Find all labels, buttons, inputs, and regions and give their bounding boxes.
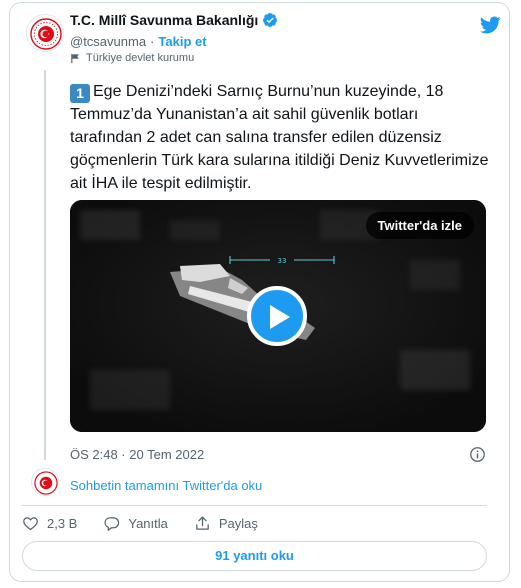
tweet-actions: 2,3 B Yanıtla Paylaş — [22, 515, 284, 532]
verified-badge-icon — [263, 13, 278, 27]
heart-icon — [23, 517, 38, 531]
video-player[interactable]: 33 Twitter'da izle — [70, 200, 486, 432]
author-handle[interactable]: @tcsavunma — [70, 34, 146, 49]
twitter-bird-icon[interactable] — [479, 14, 501, 36]
thread-avatar[interactable] — [31, 468, 59, 496]
like-count: 2,3 B — [47, 516, 78, 531]
author-avatar[interactable] — [26, 14, 64, 52]
account-label: Türkiye devlet kurumu — [86, 52, 195, 64]
handle-row: @tcsavunma · Takip et — [70, 34, 207, 49]
read-thread-link[interactable]: Sohbetin tamamını Twitter'da oku — [70, 478, 262, 493]
reply-label: Yanıtla — [128, 516, 168, 531]
play-icon — [270, 305, 290, 329]
divider — [22, 505, 487, 506]
info-icon[interactable] — [469, 446, 486, 463]
tweet-timestamp[interactable]: ÖS 2:48 · 20 Tem 2022 — [70, 447, 204, 462]
watch-on-twitter-button[interactable]: Twitter'da izle — [365, 212, 474, 239]
share-icon — [196, 516, 209, 530]
flag-icon — [71, 53, 79, 63]
tweet-text: 1 Ege Denizi’ndeki Sarnıç Burnu’nun kuzey… — [70, 80, 490, 195]
author-name-row: T.C. Millî Savunma Bakanlığı — [70, 12, 278, 28]
keycap-one-emoji: 1 — [70, 84, 90, 103]
share-label: Paylaş — [218, 516, 258, 531]
account-label-row: Türkiye devlet kurumu — [70, 52, 194, 64]
follow-button[interactable]: Takip et — [158, 34, 206, 49]
share-button[interactable]: Paylaş — [194, 515, 258, 532]
separator-dot: · — [150, 34, 155, 49]
author-name[interactable]: T.C. Millî Savunma Bakanlığı — [70, 12, 258, 28]
tweet-body: Ege Denizi’ndeki Sarnıç Burnu’nun kuzeyi… — [70, 83, 489, 192]
tweet-meta-row: ÖS 2:48 · 20 Tem 2022 — [70, 446, 486, 463]
thread-line — [44, 70, 46, 460]
hud-number: 33 — [278, 257, 287, 265]
reply-button[interactable]: Yanıtla — [103, 515, 168, 532]
like-button[interactable]: 2,3 B — [22, 515, 77, 532]
read-replies-button[interactable]: 91 yanıtı oku — [22, 541, 487, 571]
reply-icon — [104, 517, 120, 531]
play-button[interactable] — [247, 286, 307, 346]
